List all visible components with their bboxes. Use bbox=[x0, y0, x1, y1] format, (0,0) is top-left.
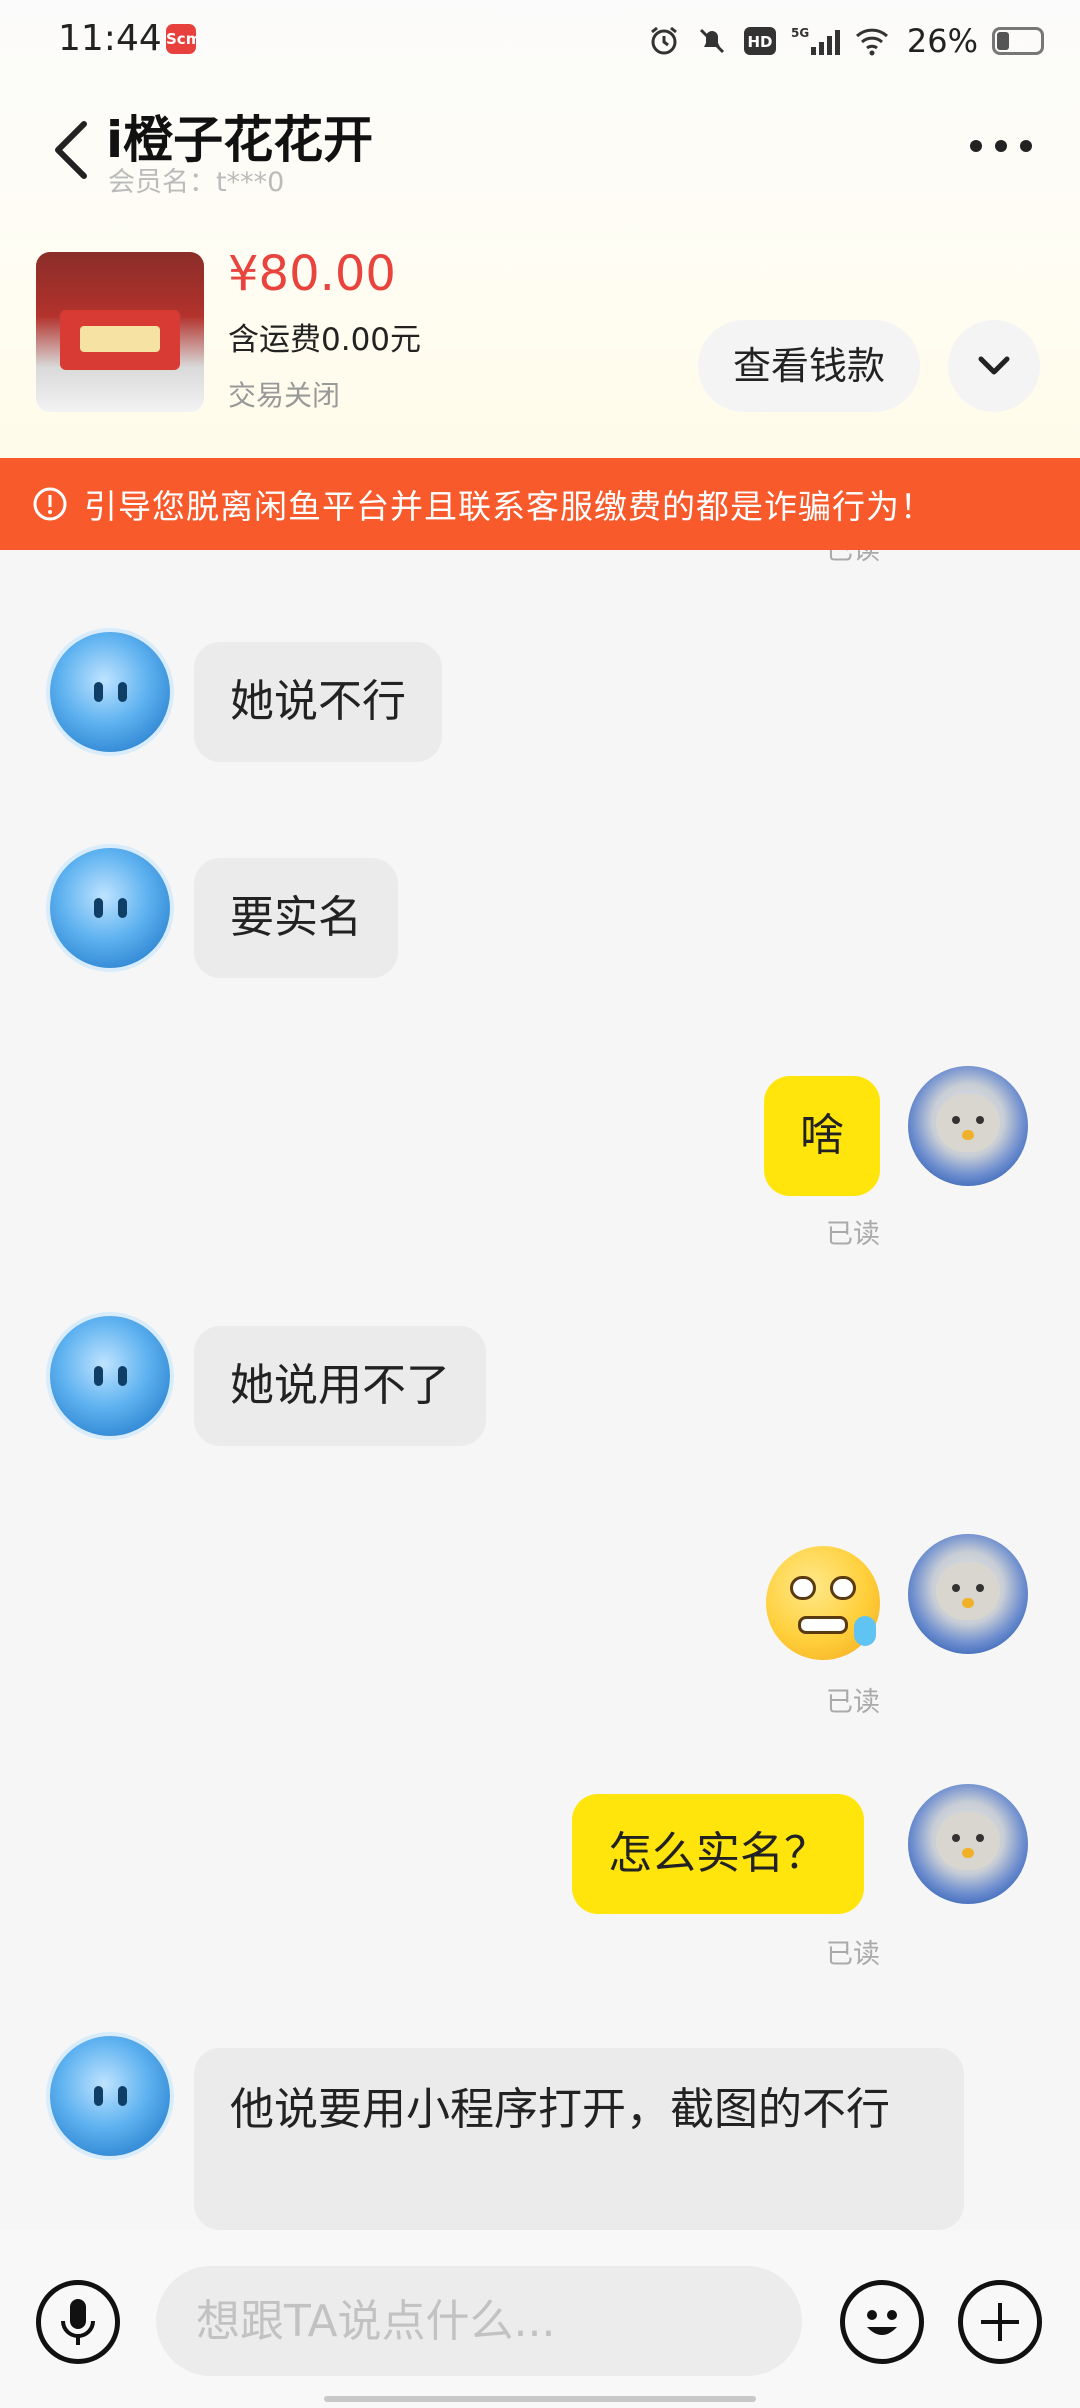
battery-icon bbox=[992, 27, 1044, 55]
plus-icon[interactable] bbox=[958, 2280, 1042, 2364]
chevron-down-icon bbox=[978, 356, 1010, 375]
wifi-icon bbox=[855, 24, 889, 58]
view-money-button[interactable]: 查看钱款 bbox=[698, 320, 920, 412]
mute-icon bbox=[695, 24, 729, 58]
other-avatar[interactable] bbox=[50, 1316, 170, 1436]
other-avatar[interactable] bbox=[50, 2036, 170, 2156]
other-avatar[interactable] bbox=[50, 848, 170, 968]
status-time: 11:44 bbox=[58, 18, 162, 59]
my-avatar[interactable] bbox=[908, 1784, 1028, 1904]
home-indicator[interactable] bbox=[324, 2396, 756, 2402]
message-bubble[interactable]: 她说不行 bbox=[194, 642, 442, 762]
expand-button[interactable] bbox=[948, 320, 1040, 412]
message-input[interactable] bbox=[156, 2266, 802, 2376]
message-bubble[interactable]: 要实名 bbox=[194, 858, 398, 978]
my-avatar[interactable] bbox=[908, 1066, 1028, 1186]
message-bubble-own[interactable]: 啥 bbox=[764, 1076, 880, 1196]
chevron-left-icon[interactable] bbox=[48, 118, 92, 182]
hd-icon: HD bbox=[743, 24, 777, 58]
status-icons: HD 5G 26% bbox=[647, 22, 1044, 60]
message-bubble-own[interactable]: 怎么实名？ bbox=[572, 1794, 864, 1914]
read-label: 已读 bbox=[826, 1939, 880, 1970]
status-bar: 11:44 Scm HD 5G 26% bbox=[0, 0, 1080, 84]
more-dots-icon[interactable] bbox=[966, 126, 1036, 166]
product-shipping: 含运费0.00元 bbox=[228, 322, 422, 358]
trade-status: 交易关闭 bbox=[228, 379, 341, 412]
product-thumbnail[interactable] bbox=[36, 252, 204, 412]
read-label: 已读 bbox=[826, 1219, 880, 1250]
microphone-icon[interactable] bbox=[36, 2280, 120, 2364]
warning-text: 引导您脱离闲鱼平台并且联系客服缴费的都是诈骗行为！ bbox=[84, 487, 934, 526]
input-bar bbox=[0, 2230, 1080, 2408]
alarm-icon bbox=[647, 24, 681, 58]
message-bubble[interactable]: 她说用不了 bbox=[194, 1326, 486, 1446]
my-avatar[interactable] bbox=[908, 1534, 1028, 1654]
svg-text:HD: HD bbox=[747, 33, 772, 51]
other-avatar[interactable] bbox=[50, 632, 170, 752]
fraud-warning-banner: 引导您脱离闲鱼平台并且联系客服缴费的都是诈骗行为！ bbox=[0, 458, 1080, 550]
svg-text:5G: 5G bbox=[791, 26, 809, 40]
app-notification-icon: Scm bbox=[166, 24, 201, 54]
sweat-smile-emoji[interactable] bbox=[766, 1546, 880, 1660]
product-image-detail bbox=[80, 326, 160, 352]
signal-icon: 5G bbox=[791, 24, 841, 58]
read-label: 已读 bbox=[826, 1687, 880, 1718]
product-price: ¥80.00 bbox=[228, 246, 396, 302]
member-id: 会员名：t***0 bbox=[108, 167, 285, 198]
message-bubble[interactable]: 他说要用小程序打开，截图的不行 bbox=[194, 2048, 964, 2230]
battery-percent: 26% bbox=[906, 22, 978, 60]
exclamation-circle-icon bbox=[33, 487, 67, 521]
smiley-icon[interactable] bbox=[840, 2280, 924, 2364]
